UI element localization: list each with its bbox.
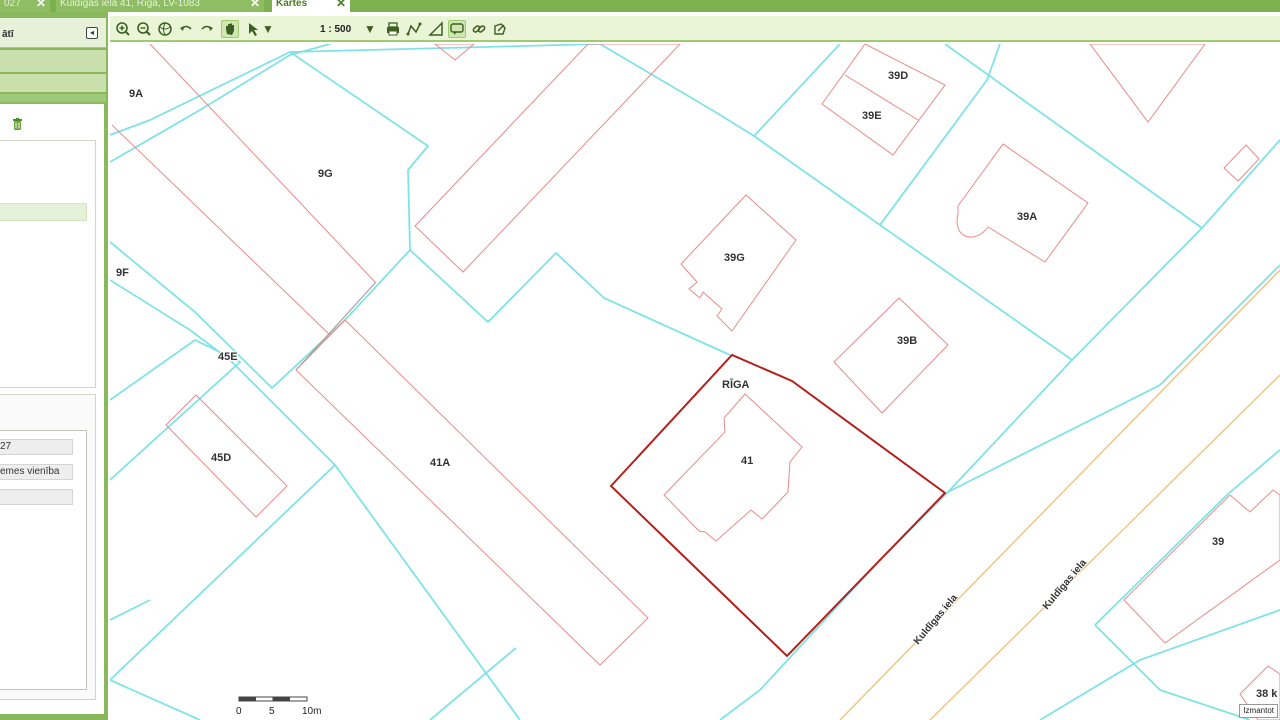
list-item-selected[interactable] [0, 203, 87, 221]
scale-tick: 5 [269, 706, 275, 717]
tab-cadastre[interactable]: 027 ✕ [0, 0, 50, 12]
panel-section-divider [0, 94, 106, 102]
map-svg[interactable]: 9A 9G 9F 45E 45D 41A 39G 39D 39E 39A 39B… [110, 44, 1280, 720]
panel-title: ātī [2, 29, 14, 40]
parcel-label: 39E [862, 110, 882, 122]
link-icon[interactable] [470, 20, 488, 38]
callout-icon[interactable] [448, 20, 466, 38]
redo-icon[interactable] [198, 20, 216, 38]
parcel-label: 38 k [1256, 688, 1278, 700]
parcel-label: 41A [430, 457, 450, 469]
undo-icon[interactable] [177, 20, 195, 38]
parcel-label: 39B [897, 335, 917, 347]
map-toolbar: ▼ 1 : 500 ▼ [110, 16, 1280, 42]
scale-tick: 10m [302, 706, 321, 717]
scale-tick: 0 [236, 706, 242, 717]
tab-bar: 027 ✕ Kuldīgas iela 41, Rīga, LV-1083 ✕ … [0, 0, 1280, 12]
select-arrow-icon[interactable] [244, 20, 262, 38]
panel-body: 27 emes vienība [0, 104, 104, 714]
details-box: 27 emes vienība [0, 394, 96, 700]
parcel-label: 9A [129, 88, 143, 100]
usage-tag[interactable]: Izmantot [1239, 704, 1278, 718]
export-icon[interactable] [491, 20, 509, 38]
close-icon[interactable]: ✕ [250, 0, 260, 9]
map-canvas[interactable]: 9A 9G 9F 45E 45D 41A 39G 39D 39E 39A 39B… [110, 44, 1280, 720]
results-list [0, 140, 96, 388]
city-label: RĪGA [722, 379, 750, 391]
globe-icon[interactable] [156, 20, 174, 38]
detail-field[interactable]: 27 [0, 439, 73, 455]
close-icon[interactable]: ✕ [36, 0, 46, 9]
details-form: 27 emes vienība [0, 430, 87, 690]
panel-header: ātī ◂ [0, 18, 106, 48]
panel-section-bar[interactable] [0, 50, 106, 72]
parcel-label: 9G [318, 168, 333, 180]
scale-display: 1 : 500 [320, 24, 352, 35]
parcel-label: 45D [211, 452, 231, 464]
close-icon[interactable]: ✕ [336, 0, 346, 9]
parcel-label: 9F [116, 267, 129, 279]
parcel-label: 39A [1017, 211, 1037, 223]
measure-area-icon[interactable] [427, 20, 445, 38]
tab-address[interactable]: Kuldīgas iela 41, Rīga, LV-1083 ✕ [56, 0, 264, 12]
tab-label: 027 [4, 0, 21, 9]
parcel-label: 45E [218, 351, 238, 363]
parcel-divider [295, 281, 377, 371]
panel-section-bar[interactable] [0, 74, 106, 92]
trash-icon[interactable] [12, 118, 23, 130]
pan-hand-icon[interactable] [221, 20, 239, 38]
detail-field[interactable] [0, 489, 73, 505]
left-panel: ātī ◂ 27 emes vienība [0, 12, 108, 720]
parcel-label: 41 [741, 455, 753, 467]
zoom-in-icon[interactable] [114, 20, 132, 38]
tab-label: Kartes [276, 0, 308, 9]
measure-distance-icon[interactable] [405, 20, 423, 38]
street-label: Kuldīgas iela [912, 592, 960, 647]
parcel-label: 39G [724, 252, 745, 264]
building-outlines [111, 44, 1280, 720]
tab-label: Kuldīgas iela 41, Rīga, LV-1083 [60, 0, 200, 9]
scale-bar: 0 5 10m [236, 696, 321, 717]
parcel-label: 39 [1212, 536, 1224, 548]
street-label: Kuldīgas iela [1041, 557, 1089, 612]
collapse-panel-button[interactable]: ◂ [86, 27, 98, 39]
chevron-down-icon[interactable]: ▼ [364, 20, 376, 38]
zoom-out-icon[interactable] [135, 20, 153, 38]
parcel-boundaries [110, 44, 1280, 720]
chevron-down-icon[interactable]: ▼ [262, 20, 274, 38]
print-icon[interactable] [384, 20, 402, 38]
detail-field[interactable]: emes vienība [0, 464, 73, 480]
parcel-label: 39D [888, 70, 908, 82]
tab-maps[interactable]: Kartes ✕ [272, 0, 350, 12]
